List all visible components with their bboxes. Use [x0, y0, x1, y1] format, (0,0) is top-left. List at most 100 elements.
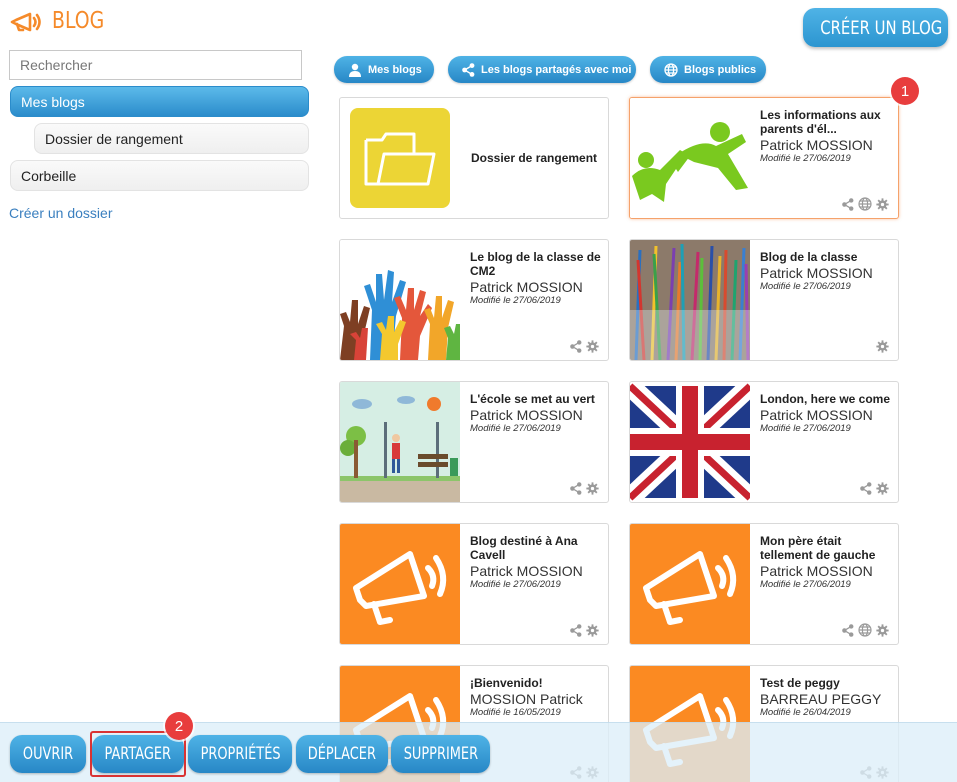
- blog-date: Modifié le 27/06/2019: [760, 579, 851, 590]
- gear-icon[interactable]: [876, 482, 889, 495]
- step-badge-1: 1: [891, 77, 919, 105]
- colored-pencils-image: [630, 240, 750, 360]
- blog-author: Patrick MOSSION: [760, 407, 873, 423]
- megaphone-logo-icon: [10, 12, 41, 32]
- share-icon[interactable]: [570, 624, 582, 637]
- filter-label: Blogs publics: [684, 63, 757, 76]
- gear-icon[interactable]: [876, 197, 889, 211]
- filter-label: Les blogs partagés avec moi: [481, 63, 632, 76]
- sidebar-item-label: Mes blogs: [21, 93, 85, 110]
- sidebar-item-my-blogs[interactable]: Mes blogs: [10, 86, 309, 117]
- park-illustration: [340, 382, 460, 502]
- blog-card[interactable]: Les informations aux parents d'él... Pat…: [629, 97, 899, 219]
- blog-title: London, here we come: [760, 392, 891, 406]
- blog-date: Modifié le 27/06/2019: [760, 423, 851, 434]
- blog-thumbnail: [340, 240, 460, 360]
- folder-card[interactable]: Dossier de rangement: [339, 97, 609, 219]
- blog-card[interactable]: London, here we come Patrick MOSSION Mod…: [629, 381, 899, 503]
- folder-icon: [364, 132, 436, 186]
- delete-label: SUPPRIMER: [403, 744, 478, 764]
- blog-date: Modifié le 27/06/2019: [470, 579, 561, 590]
- globe-icon[interactable]: [858, 623, 872, 637]
- share-icon[interactable]: [842, 197, 854, 211]
- blog-thumbnail: [630, 382, 750, 502]
- union-jack-flag: [630, 382, 750, 502]
- gear-icon[interactable]: [586, 340, 599, 353]
- sidebar-item-storage-folder[interactable]: Dossier de rangement: [34, 123, 309, 154]
- blog-author: Patrick MOSSION: [470, 563, 583, 579]
- people-logo-icon: [630, 98, 750, 218]
- move-button[interactable]: DÉPLACER: [296, 735, 388, 773]
- app-title: BLOG: [52, 8, 105, 34]
- blog-author: BARREAU PEGGY: [760, 691, 882, 707]
- gear-icon[interactable]: [586, 482, 599, 495]
- delete-button[interactable]: SUPPRIMER: [391, 735, 490, 773]
- move-label: DÉPLACER: [307, 744, 377, 764]
- user-icon: [349, 63, 361, 77]
- blog-thumbnail: [630, 98, 750, 218]
- gear-icon[interactable]: [876, 340, 889, 353]
- blog-thumbnail: [630, 240, 750, 360]
- blog-card[interactable]: L'école se met au vert Patrick MOSSION M…: [339, 381, 609, 503]
- blog-title: Mon père était tellement de gauche: [760, 534, 876, 562]
- create-blog-button[interactable]: CRÉER UN BLOG: [803, 8, 948, 47]
- blog-title: Blog destiné à Ana Cavell: [470, 534, 578, 562]
- sidebar-item-label: Corbeille: [21, 167, 77, 184]
- blog-title: Blog de la classe: [760, 250, 858, 264]
- blog-author: Patrick MOSSION: [760, 137, 873, 153]
- share-icon[interactable]: [570, 340, 582, 353]
- blog-card[interactable]: Le blog de la classe de CM2 Patrick MOSS…: [339, 239, 609, 361]
- sidebar-item-label: Dossier de rangement: [45, 130, 183, 147]
- sidebar-item-trash[interactable]: Corbeille: [10, 160, 309, 191]
- blog-title: ¡Bienvenido!: [470, 676, 543, 690]
- properties-label: PROPRIÉTÉS: [200, 744, 281, 764]
- filter-public-blogs[interactable]: Blogs publics: [650, 56, 766, 83]
- create-folder-link[interactable]: Créer un dossier: [9, 205, 113, 221]
- globe-icon: [664, 62, 678, 77]
- blog-thumbnail: [340, 382, 460, 502]
- filter-my-blogs[interactable]: Mes blogs: [334, 56, 434, 83]
- folder-label: Dossier de rangement: [471, 151, 598, 165]
- open-label: OUVRIR: [22, 744, 74, 764]
- blog-date: Modifié le 27/06/2019: [760, 281, 851, 292]
- gear-icon[interactable]: [586, 624, 599, 637]
- share-icon[interactable]: [842, 623, 854, 637]
- blog-card[interactable]: Blog destiné à Ana Cavell Patrick MOSSIO…: [339, 523, 609, 645]
- share-icon[interactable]: [860, 482, 872, 495]
- blog-title: Test de peggy: [760, 676, 840, 690]
- raised-hands-image: [340, 240, 460, 360]
- blog-author: Patrick MOSSION: [470, 279, 583, 295]
- gear-icon[interactable]: [876, 623, 889, 637]
- share-button[interactable]: PARTAGER: [92, 735, 184, 773]
- blog-author: Patrick MOSSION: [470, 407, 583, 423]
- step-badge-2: 2: [165, 712, 193, 740]
- blog-thumbnail: [630, 524, 750, 644]
- filter-label: Mes blogs: [368, 63, 422, 76]
- share-label: PARTAGER: [104, 744, 172, 764]
- properties-button[interactable]: PROPRIÉTÉS: [188, 735, 292, 773]
- blog-date: Modifié le 27/06/2019: [470, 423, 561, 434]
- blog-card[interactable]: Blog de la classe Patrick MOSSION Modifi…: [629, 239, 899, 361]
- globe-icon[interactable]: [858, 197, 872, 211]
- folder-thumbnail: [350, 108, 450, 208]
- blog-author: MOSSION Patrick: [470, 691, 583, 707]
- blog-thumbnail: [340, 524, 460, 644]
- megaphone-icon: [353, 551, 447, 625]
- share-icon: [462, 62, 475, 77]
- blog-author: Patrick MOSSION: [760, 265, 873, 281]
- open-button[interactable]: OUVRIR: [10, 735, 86, 773]
- blog-date: Modifié le 27/06/2019: [760, 153, 851, 164]
- megaphone-icon: [643, 551, 737, 625]
- blog-date: Modifié le 27/06/2019: [470, 295, 561, 306]
- blog-title: L'école se met au vert: [470, 392, 595, 406]
- search-input[interactable]: [9, 50, 302, 80]
- blog-date: Modifié le 26/04/2019: [760, 707, 851, 718]
- blog-title: Le blog de la classe de CM2: [470, 250, 601, 278]
- share-icon[interactable]: [570, 482, 582, 495]
- blog-card[interactable]: Mon père était tellement de gauche Patri…: [629, 523, 899, 645]
- blog-author: Patrick MOSSION: [760, 563, 873, 579]
- blog-title: Les informations aux parents d'él...: [760, 108, 881, 136]
- filter-shared-with-me[interactable]: Les blogs partagés avec moi: [448, 56, 636, 83]
- blog-date: Modifié le 16/05/2019: [470, 707, 561, 718]
- create-blog-label: CRÉER UN BLOG: [820, 16, 943, 39]
